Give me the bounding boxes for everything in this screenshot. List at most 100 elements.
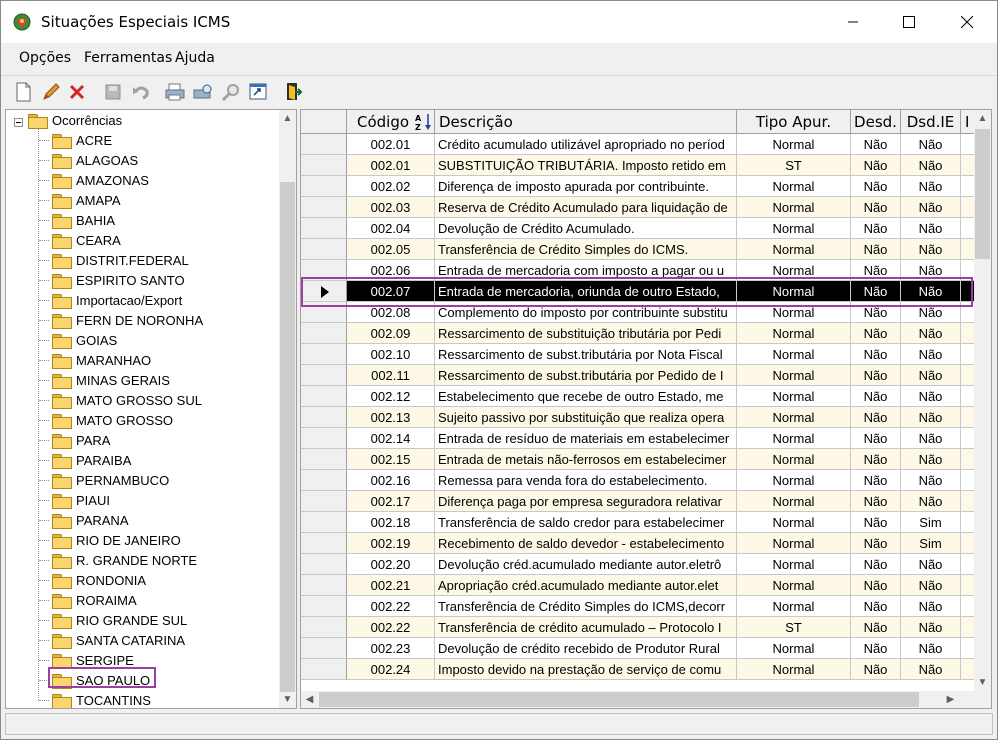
row-indicator[interactable]	[301, 239, 347, 260]
cell-dsd-ie[interactable]: Não	[901, 218, 961, 239]
export-icon[interactable]	[247, 80, 271, 104]
cell-tipo-apur[interactable]: Normal	[737, 344, 851, 365]
row-indicator[interactable]	[301, 365, 347, 386]
table-row[interactable]: 002.20 Devolução créd.acumulado mediante …	[301, 554, 976, 575]
cell-desd[interactable]: Não	[851, 197, 901, 218]
cell-codigo[interactable]: 002.05	[347, 239, 435, 260]
table-row[interactable]: 002.12 Estabelecimento que recebe de outr…	[301, 386, 976, 407]
menu-opcoes[interactable]: Opções	[19, 50, 71, 66]
cell-dsd-ie[interactable]: Não	[901, 239, 961, 260]
cell-descricao[interactable]: Devolução de Crédito Acumulado.	[435, 218, 737, 239]
cell-descricao[interactable]: Diferença paga por empresa seguradora re…	[435, 491, 737, 512]
exit-door-icon[interactable]	[281, 80, 305, 104]
cell-tipo-apur[interactable]: Normal	[737, 491, 851, 512]
table-row[interactable]: 002.03 Reserva de Crédito Acumulado para …	[301, 197, 976, 218]
scroll-down-icon[interactable]: ▼	[974, 674, 991, 691]
cell-dsd-ie[interactable]: Não	[901, 386, 961, 407]
cell-descricao[interactable]: Imposto devido na prestação de serviço d…	[435, 659, 737, 680]
table-row[interactable]: 002.22 Transferência de Crédito Simples d…	[301, 596, 976, 617]
header-codigo[interactable]: Código A Z	[347, 110, 435, 134]
cell-codigo[interactable]: 002.09	[347, 323, 435, 344]
cell-dsd-ie[interactable]: Não	[901, 596, 961, 617]
cell-dsd-ie[interactable]: Não	[901, 638, 961, 659]
cell-tipo-apur[interactable]: Normal	[737, 449, 851, 470]
cell-desd[interactable]: Não	[851, 638, 901, 659]
cell-codigo[interactable]: 002.02	[347, 176, 435, 197]
tree-item[interactable]: AMAPA	[52, 190, 121, 210]
cell-tipo-apur[interactable]: Normal	[737, 239, 851, 260]
tree-item[interactable]: DISTRIT.FEDERAL	[52, 250, 189, 270]
table-row[interactable]: 002.10 Ressarcimento de subst.tributária …	[301, 344, 976, 365]
tree-item[interactable]: R. GRANDE NORTE	[52, 550, 197, 570]
row-indicator[interactable]	[301, 218, 347, 239]
cell-tipo-apur[interactable]: Normal	[737, 554, 851, 575]
table-row[interactable]: 002.02 Diferença de imposto apurada por c…	[301, 176, 976, 197]
save-disk-icon[interactable]	[101, 80, 125, 104]
row-indicator[interactable]	[301, 470, 347, 491]
header-tipo-apur[interactable]: Tipo Apur.	[737, 110, 851, 134]
cell-descricao[interactable]: Ressarcimento de subst.tributária por No…	[435, 344, 737, 365]
table-row[interactable]: 002.14 Entrada de resíduo de materiais em…	[301, 428, 976, 449]
cell-codigo[interactable]: 002.18	[347, 512, 435, 533]
row-indicator[interactable]	[301, 155, 347, 176]
cell-codigo[interactable]: 002.14	[347, 428, 435, 449]
row-indicator[interactable]	[301, 533, 347, 554]
cell-descricao[interactable]: Crédito acumulado utilizável apropriado …	[435, 134, 737, 155]
cell-desd[interactable]: Não	[851, 512, 901, 533]
cell-dsd-ie[interactable]: Sim	[901, 512, 961, 533]
table-row[interactable]: 002.09 Ressarcimento de substituição trib…	[301, 323, 976, 344]
table-row[interactable]: 002.19 Recebimento de saldo devedor - est…	[301, 533, 976, 554]
cell-desd[interactable]: Não	[851, 176, 901, 197]
cell-tipo-apur[interactable]: Normal	[737, 197, 851, 218]
grid-horizontal-scrollbar[interactable]: ◀ ▶	[301, 691, 976, 708]
scroll-left-icon[interactable]: ◀	[301, 691, 318, 708]
cell-desd[interactable]: Não	[851, 239, 901, 260]
cell-descricao[interactable]: SUBSTITUIÇÃO TRIBUTÁRIA. Imposto retido …	[435, 155, 737, 176]
cell-codigo[interactable]: 002.23	[347, 638, 435, 659]
row-indicator[interactable]	[301, 659, 347, 680]
cell-desd[interactable]: Não	[851, 323, 901, 344]
tree-item[interactable]: MATO GROSSO SUL	[52, 390, 202, 410]
row-indicator[interactable]	[301, 176, 347, 197]
cell-descricao[interactable]: Sujeito passivo por substituição que rea…	[435, 407, 737, 428]
cell-desd[interactable]: Não	[851, 533, 901, 554]
cell-descricao[interactable]: Estabelecimento que recebe de outro Esta…	[435, 386, 737, 407]
table-row[interactable]: 002.01 SUBSTITUIÇÃO TRIBUTÁRIA. Imposto r…	[301, 155, 976, 176]
cell-descricao[interactable]: Transferência de saldo credor para estab…	[435, 512, 737, 533]
table-row[interactable]: 002.05 Transferência de Crédito Simples d…	[301, 239, 976, 260]
grid-vscroll-thumb[interactable]	[975, 129, 990, 259]
delete-x-icon[interactable]	[65, 80, 89, 104]
cell-dsd-ie[interactable]: Não	[901, 134, 961, 155]
minimize-button[interactable]	[825, 1, 881, 43]
scroll-right-icon[interactable]: ▶	[942, 691, 959, 708]
tree-item[interactable]: SANTA CATARINA	[52, 630, 185, 650]
cell-dsd-ie[interactable]: Não	[901, 197, 961, 218]
cell-tipo-apur[interactable]: Normal	[737, 533, 851, 554]
table-row[interactable]: 002.04 Devolução de Crédito Acumulado. Nor…	[301, 218, 976, 239]
cell-desd[interactable]: Não	[851, 218, 901, 239]
tree-item[interactable]: ALAGOAS	[52, 150, 138, 170]
close-button[interactable]	[939, 1, 995, 43]
tree-item[interactable]: PARANA	[52, 510, 129, 530]
tree-item[interactable]: FERN DE NORONHA	[52, 310, 203, 330]
scroll-up-icon[interactable]: ▲	[974, 110, 991, 127]
tree-item[interactable]: RIO DE JANEIRO	[52, 530, 181, 550]
cell-codigo[interactable]: 002.22	[347, 596, 435, 617]
row-indicator[interactable]	[301, 197, 347, 218]
header-dsd-ie[interactable]: Dsd.IE	[901, 110, 961, 134]
cell-desd[interactable]: Não	[851, 386, 901, 407]
edit-pencil-icon[interactable]	[39, 80, 63, 104]
tree-item[interactable]: PARA	[52, 430, 110, 450]
menu-ferramentas[interactable]: Ferramentas	[84, 50, 172, 66]
new-document-icon[interactable]	[11, 80, 35, 104]
cell-dsd-ie[interactable]: Não	[901, 554, 961, 575]
cell-descricao[interactable]: Devolução de crédito recebido de Produto…	[435, 638, 737, 659]
tree-item[interactable]: TOCANTINS	[52, 690, 151, 708]
table-row[interactable]: 002.13 Sujeito passivo por substituição q…	[301, 407, 976, 428]
row-indicator[interactable]	[301, 386, 347, 407]
cell-descricao[interactable]: Entrada de metais não-ferrosos em estabe…	[435, 449, 737, 470]
cell-dsd-ie[interactable]: Não	[901, 176, 961, 197]
cell-descricao[interactable]: Ressarcimento de subst.tributária por Pe…	[435, 365, 737, 386]
cell-dsd-ie[interactable]: Não	[901, 491, 961, 512]
row-indicator[interactable]	[301, 428, 347, 449]
